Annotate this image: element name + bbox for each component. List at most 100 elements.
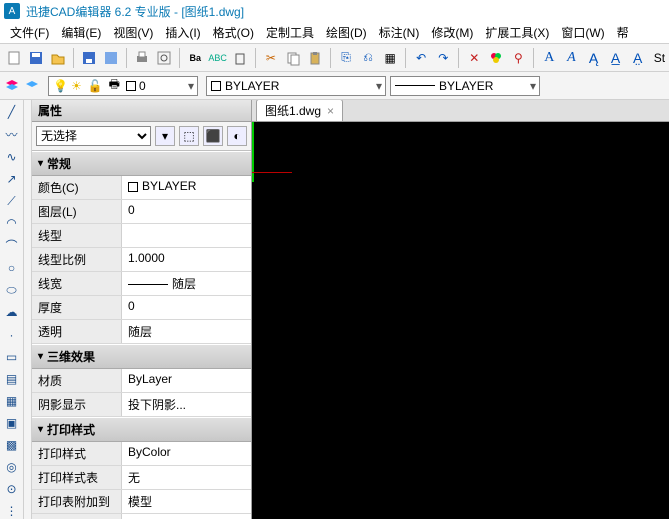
- select-color-icon[interactable]: [486, 47, 506, 69]
- lineweight-dropdown[interactable]: BYLAYER: [390, 76, 540, 96]
- menu-help[interactable]: 帮: [611, 22, 635, 43]
- menu-window[interactable]: 窗口(W): [555, 22, 610, 43]
- gradient-icon[interactable]: ▦: [3, 393, 21, 409]
- text-tool-a3-icon[interactable]: Ą: [583, 47, 603, 69]
- menu-custom-tools[interactable]: 定制工具: [260, 22, 320, 43]
- circle-icon[interactable]: ○: [3, 260, 21, 276]
- menu-edit[interactable]: 编辑(E): [55, 22, 107, 43]
- property-row[interactable]: 颜色(C)BYLAYER: [32, 176, 251, 200]
- arc-icon[interactable]: ◠: [3, 215, 21, 231]
- save-as-icon[interactable]: [79, 47, 99, 69]
- pickadd-icon[interactable]: ⬚: [179, 126, 199, 146]
- quickselect-icon[interactable]: ▾: [155, 126, 175, 146]
- toggle-icon[interactable]: ◐: [227, 126, 247, 146]
- section-plot[interactable]: 打印样式: [32, 417, 251, 442]
- section-effect3d[interactable]: 三维效果: [32, 344, 251, 369]
- property-value[interactable]: ByColor: [122, 442, 251, 465]
- dot-icon[interactable]: ·: [3, 327, 21, 343]
- polyline-icon[interactable]: 〰: [3, 126, 21, 143]
- find-icon[interactable]: ⚲: [508, 47, 528, 69]
- drawing-canvas[interactable]: [252, 122, 669, 519]
- layer-states-icon[interactable]: [24, 78, 40, 94]
- property-value[interactable]: 0: [122, 200, 251, 223]
- xline-icon[interactable]: ⟋: [3, 193, 21, 209]
- text-tool-a4-icon[interactable]: A̲: [606, 47, 626, 69]
- match-icon[interactable]: ⎌: [358, 47, 378, 69]
- layer-dropdown[interactable]: 💡 ☀ 🔓 🖶 0: [48, 76, 198, 96]
- menu-insert[interactable]: 插入(I): [159, 22, 206, 43]
- property-value[interactable]: 无: [122, 466, 251, 489]
- line-icon[interactable]: ╱: [3, 104, 21, 120]
- open-icon[interactable]: [48, 47, 68, 69]
- property-value[interactable]: 0: [122, 296, 251, 319]
- arc2-icon[interactable]: ⌒: [3, 237, 21, 254]
- menu-file[interactable]: 文件(F): [4, 22, 55, 43]
- save-icon[interactable]: [26, 47, 46, 69]
- bhatch-icon[interactable]: ▩: [3, 437, 21, 453]
- menu-ext-tools[interactable]: 扩展工具(X): [479, 22, 555, 43]
- menu-format[interactable]: 格式(O): [207, 22, 260, 43]
- print-icon[interactable]: [132, 47, 152, 69]
- property-row[interactable]: 线型比例1.0000: [32, 248, 251, 272]
- section-general[interactable]: 常规: [32, 151, 251, 176]
- property-value[interactable]: 依赖于颜...: [122, 514, 251, 519]
- property-row[interactable]: 材质ByLayer: [32, 369, 251, 393]
- revcloud-icon[interactable]: ☁: [3, 304, 21, 320]
- erase-icon[interactable]: ✕: [464, 47, 484, 69]
- property-value[interactable]: 模型: [122, 490, 251, 513]
- property-row[interactable]: 图层(L)0: [32, 200, 251, 224]
- property-value[interactable]: BYLAYER: [122, 176, 251, 199]
- divide-icon[interactable]: ⋮: [3, 503, 21, 519]
- text-tool-a5-icon[interactable]: A̤: [628, 47, 648, 69]
- property-row[interactable]: 线型: [32, 224, 251, 248]
- donut-icon[interactable]: ◎: [3, 459, 21, 475]
- close-icon[interactable]: ×: [327, 104, 334, 118]
- property-row[interactable]: 打印样式ByColor: [32, 442, 251, 466]
- selection-dropdown[interactable]: 无选择: [36, 126, 151, 146]
- ray-icon[interactable]: ↗: [3, 171, 21, 187]
- ellipse-icon[interactable]: ⬭: [3, 282, 21, 298]
- copy-icon[interactable]: [283, 47, 303, 69]
- text-tool-a1-icon[interactable]: A: [539, 47, 559, 69]
- point-icon[interactable]: ⊙: [3, 481, 21, 497]
- spline-icon[interactable]: ∿: [3, 149, 21, 165]
- property-value[interactable]: ByLayer: [122, 369, 251, 392]
- undo-icon[interactable]: ↶: [411, 47, 431, 69]
- rect-icon[interactable]: ▭: [3, 349, 21, 365]
- property-row[interactable]: 厚度0: [32, 296, 251, 320]
- property-row[interactable]: 打印表类型依赖于颜...: [32, 514, 251, 519]
- text-style-icon[interactable]: Ba: [185, 47, 205, 69]
- spellcheck-icon[interactable]: ABC: [207, 47, 228, 69]
- export-icon[interactable]: [101, 47, 121, 69]
- region-icon[interactable]: ▣: [3, 415, 21, 431]
- color-dropdown[interactable]: BYLAYER: [206, 76, 386, 96]
- new-icon[interactable]: [4, 47, 24, 69]
- block-icon[interactable]: ▦: [380, 47, 400, 69]
- property-row[interactable]: 线宽随层: [32, 272, 251, 296]
- redo-icon[interactable]: ↷: [433, 47, 453, 69]
- text-tool-a2-icon[interactable]: A: [561, 47, 581, 69]
- property-value[interactable]: 投下阴影...: [122, 393, 251, 416]
- property-row[interactable]: 阴影显示投下阴影...: [32, 393, 251, 417]
- menu-dimension[interactable]: 标注(N): [373, 22, 426, 43]
- property-value[interactable]: [122, 224, 251, 247]
- purge-icon[interactable]: [230, 47, 250, 69]
- hatch-icon[interactable]: ▤: [3, 371, 21, 387]
- print-preview-icon[interactable]: [154, 47, 174, 69]
- layer-manager-icon[interactable]: [4, 78, 20, 94]
- property-value[interactable]: 1.0000: [122, 248, 251, 271]
- property-row[interactable]: 打印表附加到模型: [32, 490, 251, 514]
- menu-draw[interactable]: 绘图(D): [320, 22, 373, 43]
- property-value[interactable]: 随层: [122, 272, 251, 295]
- property-value[interactable]: 随层: [122, 320, 251, 343]
- clone-icon[interactable]: ⎘: [336, 47, 356, 69]
- menu-modify[interactable]: 修改(M): [425, 22, 479, 43]
- cut-icon[interactable]: ✂: [261, 47, 281, 69]
- document-tab[interactable]: 图纸1.dwg ×: [256, 100, 343, 121]
- menu-view[interactable]: 视图(V): [107, 22, 159, 43]
- property-row[interactable]: 打印样式表无: [32, 466, 251, 490]
- tab-label: 图纸1.dwg: [265, 102, 321, 119]
- paste-icon[interactable]: [305, 47, 325, 69]
- property-row[interactable]: 透明随层: [32, 320, 251, 344]
- selectobj-icon[interactable]: ⬛: [203, 126, 223, 146]
